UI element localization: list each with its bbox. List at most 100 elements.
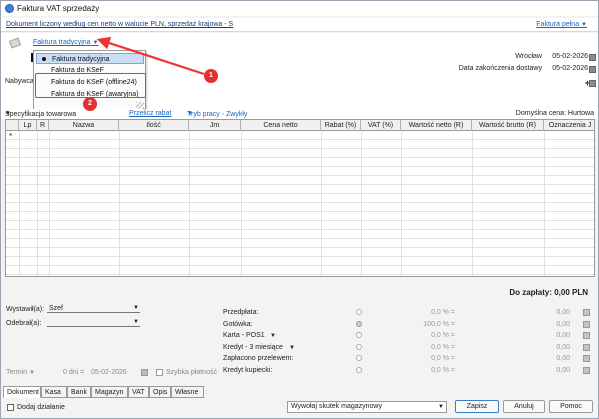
- calendar-icon[interactable]: [141, 369, 148, 376]
- payment-amount[interactable]: 0,00: [466, 355, 570, 362]
- payment-radio[interactable]: [356, 332, 362, 338]
- specification-label: Specyfikacja towarowa: [5, 111, 77, 118]
- chevron-down-icon: ▼: [5, 111, 11, 117]
- column-header-lp[interactable]: Lp: [19, 120, 37, 131]
- column-header-empty: [6, 120, 19, 131]
- table-row[interactable]: [6, 221, 594, 230]
- grid-line: [49, 131, 50, 276]
- calendar-icon[interactable]: [589, 54, 596, 61]
- payment-radio[interactable]: [356, 343, 362, 350]
- issued-by-select[interactable]: Szef ▼: [47, 304, 140, 313]
- help-button[interactable]: Pomoc: [549, 400, 593, 413]
- calculator-icon[interactable]: [583, 366, 590, 374]
- tab-document[interactable]: Dokument: [3, 386, 41, 398]
- invoice-mode-link[interactable]: Faktura pełna ▼: [536, 21, 587, 28]
- calculator-icon[interactable]: [583, 332, 590, 339]
- document-type-selector[interactable]: Faktura tradycyjna ▼: [33, 39, 99, 46]
- cancel-button[interactable]: Anuluj: [503, 400, 545, 413]
- tab-bank[interactable]: Bank: [67, 386, 91, 398]
- column-header-quantity[interactable]: Ilość: [119, 120, 189, 131]
- payment-amount[interactable]: 0,00: [466, 344, 570, 351]
- payment-radio[interactable]: [356, 320, 362, 327]
- payment-radio[interactable]: [356, 309, 362, 315]
- table-row[interactable]: [6, 140, 594, 149]
- calculator-icon[interactable]: [583, 355, 590, 362]
- payment-radio[interactable]: [356, 355, 362, 361]
- calendar-icon[interactable]: [589, 66, 596, 73]
- grid-line: [361, 131, 362, 276]
- payment-percent[interactable]: 0,0 % =: [385, 344, 455, 351]
- place-date-row: Wrocław 05-02-2026: [398, 53, 598, 63]
- column-header-net-price[interactable]: Cena netto: [241, 120, 321, 131]
- payment-method-label[interactable]: Kredyt - 3 miesiące: [223, 344, 283, 351]
- table-row[interactable]: [6, 185, 594, 194]
- save-button[interactable]: Zapisz: [455, 400, 499, 413]
- delivery-date-field[interactable]: 05-02-2026: [552, 65, 588, 72]
- table-row[interactable]: [6, 194, 594, 203]
- table-row[interactable]: [6, 266, 594, 275]
- quick-pay-label: Szybka płatność: [166, 369, 217, 376]
- column-header-r[interactable]: R: [37, 120, 49, 131]
- tab-custom[interactable]: Własne: [171, 386, 204, 398]
- received-by-label: Odebrał(a):: [6, 320, 42, 327]
- dropdown-item-traditional[interactable]: Faktura tradycyjna: [36, 53, 144, 64]
- calculator-icon[interactable]: [583, 309, 590, 316]
- table-row[interactable]: [6, 149, 594, 158]
- column-header-net-value[interactable]: Wartość netto (R): [401, 120, 472, 131]
- table-row[interactable]: [6, 230, 594, 239]
- total-to-pay: Do zapłaty: 0,00 PLN: [509, 288, 588, 297]
- payment-percent[interactable]: 0,0 % =: [385, 332, 455, 339]
- received-by-select[interactable]: ▼: [47, 318, 140, 327]
- buyer-label: Nabywca: [5, 78, 34, 85]
- add-action-checkbox[interactable]: [7, 404, 14, 411]
- payment-amount[interactable]: 0,00: [466, 309, 570, 316]
- payment-percent[interactable]: 0,0 % =: [385, 309, 455, 316]
- tab-vat[interactable]: VAT: [128, 386, 149, 398]
- recalculate-discount-link[interactable]: Przelicz rabat: [129, 110, 171, 117]
- payment-amount[interactable]: 0,00: [466, 332, 570, 339]
- payment-percent[interactable]: 0,0 % =: [385, 355, 455, 362]
- payment-amount[interactable]: 0,00: [466, 321, 570, 328]
- term-date-field[interactable]: 05-02-2026: [91, 369, 127, 376]
- issued-by-label: Wystawił(a):: [6, 306, 45, 313]
- payment-row: Zapłacono przelewem: 0,0 % = 0,00: [223, 354, 595, 365]
- table-row[interactable]: [6, 257, 594, 266]
- table-row[interactable]: [6, 239, 594, 248]
- buyer-list-icon[interactable]: [589, 80, 596, 87]
- tab-description[interactable]: Opis: [149, 386, 171, 398]
- quick-pay-checkbox[interactable]: [156, 369, 163, 376]
- grid-line: [119, 131, 120, 276]
- eraser-icon[interactable]: [8, 37, 22, 49]
- document-description-link[interactable]: Dokument liczony według cen netto w walu…: [6, 21, 233, 28]
- items-table[interactable]: Lp R Nazwa Ilość Jm Cena netto Rabat (%)…: [5, 119, 595, 277]
- payment-radio[interactable]: [356, 366, 362, 373]
- table-row[interactable]: [6, 167, 594, 176]
- column-header-markings[interactable]: Oznaczenia J: [544, 120, 594, 131]
- payment-percent[interactable]: 100,0 % =: [385, 321, 455, 328]
- table-row[interactable]: [6, 248, 594, 257]
- column-header-vat[interactable]: VAT (%): [361, 120, 401, 131]
- document-type-label: Faktura tradycyjna: [33, 39, 91, 46]
- chevron-down-icon: ▼: [581, 22, 587, 28]
- table-row[interactable]: [6, 203, 594, 212]
- tab-cash[interactable]: Kasa: [41, 386, 67, 398]
- stock-effect-combo[interactable]: Wywołaj skutek magazynowy ▼: [287, 401, 447, 413]
- payment-percent[interactable]: 0,0 % =: [385, 367, 455, 374]
- table-row[interactable]: [6, 131, 594, 140]
- term-days-field[interactable]: 0 dni =: [63, 369, 84, 376]
- tab-warehouse[interactable]: Magazyn: [91, 386, 128, 398]
- term-selector[interactable]: Termin ▼: [6, 369, 35, 376]
- table-row[interactable]: [6, 158, 594, 167]
- payment-amount[interactable]: 0,00: [466, 367, 570, 374]
- issue-date-field[interactable]: 05-02-2026: [552, 53, 588, 60]
- column-header-discount[interactable]: Rabat (%): [321, 120, 361, 131]
- table-row[interactable]: [6, 212, 594, 221]
- column-header-gross-value[interactable]: Wartość brutto (R): [472, 120, 544, 131]
- table-row[interactable]: [6, 176, 594, 185]
- grid-line: [19, 131, 20, 276]
- calculator-icon[interactable]: [583, 343, 590, 351]
- payment-method-label[interactable]: Karta - POS1: [223, 332, 265, 339]
- column-header-name[interactable]: Nazwa: [49, 120, 119, 131]
- column-header-unit[interactable]: Jm: [189, 120, 241, 131]
- calculator-icon[interactable]: [583, 320, 590, 328]
